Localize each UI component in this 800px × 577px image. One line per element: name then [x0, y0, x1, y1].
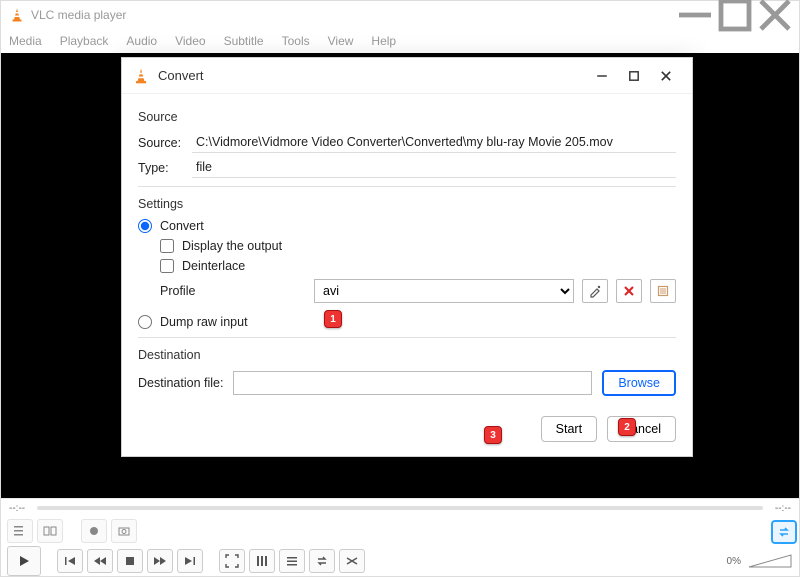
- loop-button[interactable]: [309, 549, 335, 573]
- callout-3: 3: [484, 426, 502, 444]
- vlc-main-window: VLC media player Media Playback Audio Vi…: [0, 0, 800, 577]
- divider: [138, 186, 676, 187]
- dump-radio[interactable]: [138, 315, 152, 329]
- settings-section-label: Settings: [138, 197, 676, 211]
- deinterlace-checkbox[interactable]: [160, 259, 174, 273]
- volume-percent: 0%: [727, 556, 741, 567]
- type-value: file: [192, 157, 676, 178]
- loop-highlight-icon[interactable]: [771, 520, 797, 544]
- time-total: --:--: [775, 503, 791, 514]
- deinterlace-check-row[interactable]: Deinterlace: [160, 259, 676, 273]
- time-elapsed: --:--: [9, 503, 25, 514]
- browse-button[interactable]: Browse: [602, 370, 676, 396]
- skip-back-start-button[interactable]: [57, 549, 83, 573]
- dialog-titlebar: Convert: [122, 58, 692, 94]
- display-output-label: Display the output: [182, 239, 282, 253]
- main-close-button[interactable]: [755, 3, 795, 27]
- main-maximize-button[interactable]: [715, 3, 755, 27]
- source-value: C:\Vidmore\Vidmore Video Converter\Conve…: [192, 132, 676, 153]
- divider: [138, 337, 676, 338]
- stop-button[interactable]: [117, 549, 143, 573]
- playlist-toggle-button[interactable]: [7, 519, 33, 543]
- loop-ab-button[interactable]: [37, 519, 63, 543]
- destination-file-label: Destination file:: [138, 376, 223, 390]
- playlist-button[interactable]: [279, 549, 305, 573]
- callout-1: 1: [324, 310, 342, 328]
- menu-audio[interactable]: Audio: [126, 34, 157, 48]
- convert-radio-row[interactable]: Convert: [138, 219, 676, 233]
- menu-subtitle[interactable]: Subtitle: [224, 34, 264, 48]
- tool-row-1: [1, 517, 799, 545]
- seek-slider[interactable]: [37, 506, 763, 510]
- convert-radio[interactable]: [138, 219, 152, 233]
- main-window-title: VLC media player: [31, 8, 675, 22]
- prev-button[interactable]: [87, 549, 113, 573]
- play-button[interactable]: [7, 546, 41, 576]
- main-titlebar: VLC media player: [1, 1, 799, 29]
- destination-row: Destination file: Browse: [138, 370, 676, 396]
- volume-slider[interactable]: [747, 553, 793, 569]
- shuffle-button[interactable]: [339, 549, 365, 573]
- volume-control: 0%: [727, 553, 793, 569]
- bottom-controls: --:-- --:--: [1, 498, 799, 576]
- destination-file-input[interactable]: [233, 371, 592, 395]
- record-button[interactable]: [81, 519, 107, 543]
- profile-new-button[interactable]: [650, 279, 676, 303]
- fullscreen-button[interactable]: [219, 549, 245, 573]
- dialog-body: Source Source: C:\Vidmore\Vidmore Video …: [122, 94, 692, 406]
- dump-radio-label: Dump raw input: [160, 315, 248, 329]
- next-button[interactable]: [147, 549, 173, 573]
- tool-row-2: 0%: [1, 545, 799, 577]
- dialog-title: Convert: [158, 68, 586, 83]
- start-button[interactable]: Start: [541, 416, 597, 442]
- dump-radio-row[interactable]: Dump raw input: [138, 315, 676, 329]
- dialog-minimize-button[interactable]: [586, 62, 618, 90]
- profile-delete-button[interactable]: [616, 279, 642, 303]
- snapshot-button[interactable]: [111, 519, 137, 543]
- skip-forward-end-button[interactable]: [177, 549, 203, 573]
- menu-media[interactable]: Media: [9, 34, 42, 48]
- main-minimize-button[interactable]: [675, 3, 715, 27]
- extended-settings-button[interactable]: [249, 549, 275, 573]
- menu-playback[interactable]: Playback: [60, 34, 109, 48]
- dialog-button-row: Start Cancel: [122, 406, 692, 456]
- seek-bar-row: --:-- --:--: [1, 499, 799, 517]
- profile-label: Profile: [160, 284, 306, 298]
- profile-row: Profile avi: [160, 279, 676, 303]
- dialog-maximize-button[interactable]: [618, 62, 650, 90]
- display-output-checkbox[interactable]: [160, 239, 174, 253]
- convert-dialog: Convert Source Source: C:\Vidmore\Vidmor…: [121, 57, 693, 457]
- type-label: Type:: [138, 161, 192, 175]
- source-section-label: Source: [138, 110, 676, 124]
- destination-section-label: Destination: [138, 348, 676, 362]
- vlc-cone-icon: [132, 67, 150, 85]
- source-label: Source:: [138, 136, 192, 150]
- vlc-cone-icon: [9, 7, 25, 23]
- callout-2: 2: [618, 418, 636, 436]
- profile-select[interactable]: avi: [314, 279, 574, 303]
- menu-view[interactable]: View: [328, 34, 354, 48]
- menu-help[interactable]: Help: [371, 34, 396, 48]
- menu-tools[interactable]: Tools: [282, 34, 310, 48]
- display-output-check-row[interactable]: Display the output: [160, 239, 676, 253]
- profile-edit-button[interactable]: [582, 279, 608, 303]
- dialog-close-button[interactable]: [650, 62, 682, 90]
- deinterlace-label: Deinterlace: [182, 259, 245, 273]
- convert-radio-label: Convert: [160, 219, 204, 233]
- menu-video[interactable]: Video: [175, 34, 205, 48]
